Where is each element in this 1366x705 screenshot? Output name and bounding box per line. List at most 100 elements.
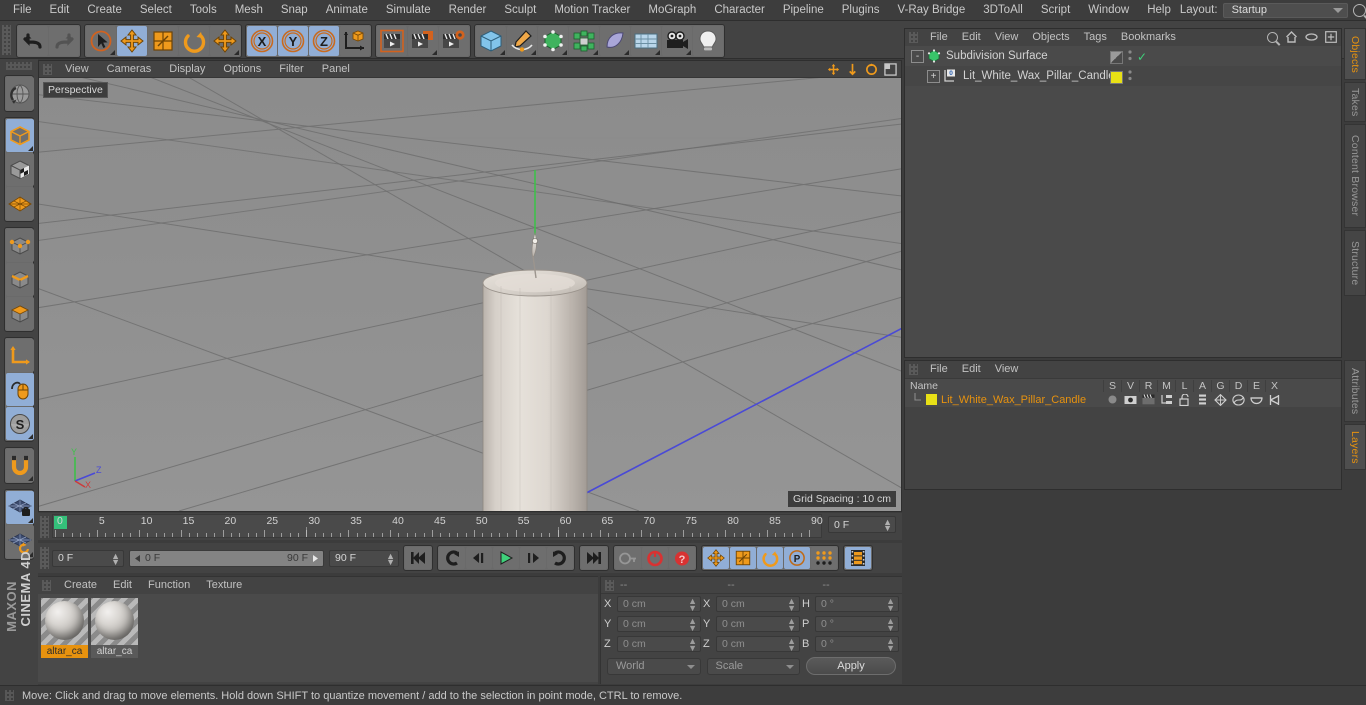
- redo-button[interactable]: [49, 26, 80, 56]
- record-active-objects-button[interactable]: [615, 547, 641, 569]
- zoom-viewport-icon[interactable]: [846, 63, 859, 76]
- spinner-icon[interactable]: ▲ ▼: [111, 551, 120, 566]
- keyframe-selection-button[interactable]: ?: [669, 547, 695, 569]
- scale-key-button[interactable]: [730, 547, 756, 569]
- move-duplicate-tool[interactable]: [210, 26, 241, 56]
- tool-expand-corner[interactable]: [432, 45, 438, 55]
- viewport-menu-view[interactable]: View: [56, 61, 98, 78]
- coord-size-y-input[interactable]: 0 cm ▲ ▼: [716, 616, 800, 633]
- layer-manager-grip[interactable]: [909, 364, 918, 375]
- lock-z-axis-button[interactable]: Z: [309, 26, 340, 56]
- spinner-icon[interactable]: ▲ ▼: [886, 617, 895, 633]
- material-menu-texture[interactable]: Texture: [198, 577, 250, 594]
- material-menu-function[interactable]: Function: [140, 577, 198, 594]
- menu-item-window[interactable]: Window: [1079, 0, 1138, 21]
- go-to-end-button[interactable]: [581, 547, 607, 569]
- visibility-eye-icon[interactable]: [1121, 395, 1139, 405]
- timeline-ruler[interactable]: 0 5 10 15 20 25 30 35 40 45 50 55 60 65 70 75 80 85 90: [52, 514, 823, 538]
- panel-tab-structure[interactable]: Structure: [1344, 230, 1366, 296]
- spinner-icon[interactable]: ▲ ▼: [886, 637, 895, 653]
- viewport-menu-display[interactable]: Display: [160, 61, 214, 78]
- visibility-dots-icon[interactable]: [1127, 49, 1133, 65]
- panel-tab-attributes[interactable]: Attributes: [1344, 360, 1366, 422]
- coordinate-system-dropdown[interactable]: World: [607, 657, 701, 675]
- ellipse-icon[interactable]: [1305, 32, 1318, 42]
- coord-size-x-input[interactable]: 0 cm ▲ ▼: [716, 596, 800, 613]
- edge-mode-button[interactable]: [6, 263, 34, 296]
- material-tag-icon[interactable]: [1110, 70, 1123, 84]
- viewport-solo-button[interactable]: [6, 373, 34, 406]
- tool-expand-corner[interactable]: [593, 45, 599, 55]
- previous-keyframe-button[interactable]: [439, 547, 465, 569]
- texture-mode-button[interactable]: [6, 153, 34, 186]
- coord-pos-z-input[interactable]: 0 cm ▲ ▼: [617, 636, 701, 653]
- subdivision-surface-icon[interactable]: [927, 49, 941, 63]
- tree-expander-icon[interactable]: +: [927, 69, 940, 83]
- range-right-handle-icon[interactable]: [311, 554, 320, 563]
- add-camera-button[interactable]: [662, 26, 693, 56]
- tool-expand-corner[interactable]: [655, 45, 661, 55]
- layer-name-label[interactable]: Lit_White_Wax_Pillar_Candle: [941, 394, 1086, 406]
- menu-item-sculpt[interactable]: Sculpt: [495, 0, 545, 21]
- spinner-icon[interactable]: ▲ ▼: [886, 597, 895, 613]
- next-keyframe-button[interactable]: [547, 547, 573, 569]
- expression-bowl-icon[interactable]: [1247, 394, 1265, 405]
- layer-column-l[interactable]: L: [1175, 379, 1193, 392]
- material-name-label[interactable]: altar_ca: [41, 645, 88, 658]
- tool-expand-corner[interactable]: [624, 45, 630, 55]
- coord-pos-x-input[interactable]: 0 cm ▲ ▼: [617, 596, 701, 613]
- layer-column-a[interactable]: A: [1193, 379, 1211, 392]
- material-chip[interactable]: altar_ca: [41, 598, 88, 662]
- lock-y-axis-button[interactable]: Y: [278, 26, 309, 56]
- parameter-key-button[interactable]: P: [784, 547, 810, 569]
- visibility-dots-icon[interactable]: [1127, 69, 1133, 85]
- material-grip[interactable]: [42, 580, 51, 591]
- workplane-mode-button[interactable]: [6, 187, 34, 220]
- timeline-toggle-button[interactable]: [845, 547, 871, 569]
- perspective-viewport[interactable]: View Cameras Display Options Filter Panel: [38, 60, 902, 512]
- layer-column-x[interactable]: X: [1265, 379, 1283, 392]
- range-left-handle-icon[interactable]: [133, 554, 142, 563]
- enabled-check-icon[interactable]: ✓: [1137, 51, 1147, 63]
- phong-tag-icon[interactable]: [1110, 50, 1123, 64]
- menu-item-select[interactable]: Select: [131, 0, 181, 21]
- play-button[interactable]: [493, 547, 519, 569]
- coordinate-system-button[interactable]: [340, 26, 371, 56]
- rotate-viewport-icon[interactable]: [865, 63, 878, 76]
- menu-item-render[interactable]: Render: [440, 0, 496, 21]
- go-to-start-button[interactable]: [405, 547, 431, 569]
- material-chip[interactable]: altar_ca: [91, 598, 138, 662]
- manager-hierarchy-icon[interactable]: [1157, 394, 1175, 405]
- current-frame-field[interactable]: 0 F ▲ ▼: [52, 549, 124, 567]
- layer-column-r[interactable]: R: [1139, 379, 1157, 392]
- menu-item-v-ray-bridge[interactable]: V-Ray Bridge: [888, 0, 974, 21]
- object-menu-edit[interactable]: Edit: [955, 29, 988, 46]
- enable-snapping-button[interactable]: [6, 449, 34, 482]
- layout-select[interactable]: Startup: [1222, 2, 1348, 18]
- material-menu-edit[interactable]: Edit: [105, 577, 140, 594]
- panel-tab-layers[interactable]: Layers: [1344, 424, 1366, 470]
- polygon-object-icon[interactable]: 0: [943, 69, 958, 83]
- material-list[interactable]: altar_ca altar_ca: [38, 594, 598, 682]
- menu-item-plugins[interactable]: Plugins: [833, 0, 889, 21]
- polygon-mode-button[interactable]: [6, 297, 34, 330]
- coord-size-z-input[interactable]: 0 cm ▲ ▼: [716, 636, 800, 653]
- layer-list[interactable]: Lit_White_Wax_Pillar_Candle: [905, 392, 1341, 407]
- layer-menu-file[interactable]: File: [923, 361, 955, 378]
- deformer-shape-icon[interactable]: [1229, 393, 1247, 406]
- material-menu-create[interactable]: Create: [56, 577, 105, 594]
- menu-item-pipeline[interactable]: Pipeline: [774, 0, 833, 21]
- viewport-grip[interactable]: [43, 63, 52, 75]
- menu-item-animate[interactable]: Animate: [317, 0, 377, 21]
- menu-item-character[interactable]: Character: [705, 0, 774, 21]
- pan-viewport-icon[interactable]: [827, 63, 840, 76]
- menu-item-help[interactable]: Help: [1138, 0, 1180, 21]
- timeline-grip[interactable]: [40, 516, 49, 538]
- tool-expand-corner[interactable]: [28, 434, 33, 439]
- add-deformer-button[interactable]: [569, 26, 600, 56]
- spinner-icon[interactable]: ▲ ▼: [688, 637, 697, 653]
- maximize-viewport-icon[interactable]: [884, 63, 897, 76]
- viewport-menu-cameras[interactable]: Cameras: [98, 61, 161, 78]
- material-name-label[interactable]: altar_ca: [91, 645, 138, 658]
- end-frame-field[interactable]: 90 F ▲ ▼: [329, 549, 399, 567]
